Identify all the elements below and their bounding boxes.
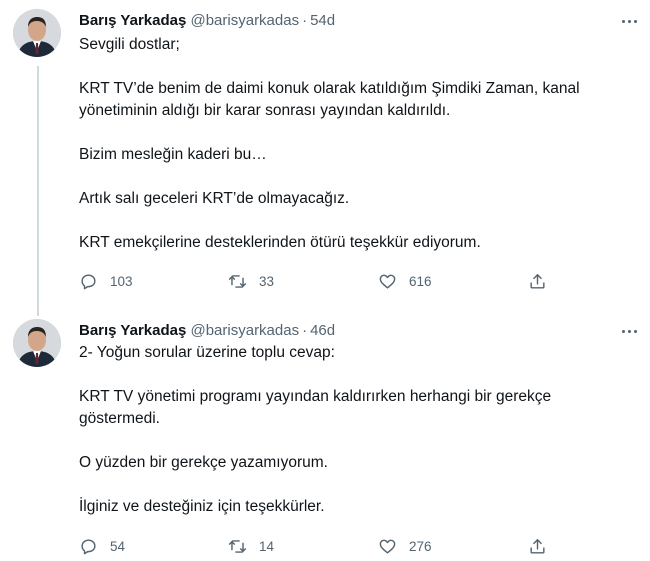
reply-button[interactable]: 103 bbox=[79, 269, 133, 293]
like-button[interactable]: 616 bbox=[378, 269, 432, 293]
like-count: 276 bbox=[409, 538, 432, 554]
profile-photo bbox=[13, 319, 61, 367]
retweet-icon bbox=[228, 539, 247, 553]
reply-count: 54 bbox=[110, 538, 126, 554]
author-name[interactable]: Barış Yarkadaş bbox=[79, 322, 186, 339]
share-icon bbox=[530, 538, 545, 554]
tweet-actions: 103 33 616 bbox=[75, 269, 545, 293]
tweet-timestamp[interactable]: 54d bbox=[310, 12, 335, 29]
like-button[interactable]: 276 bbox=[378, 534, 432, 558]
tweet-paragraph: KRT TV yönetimi programı yayından kaldır… bbox=[79, 388, 552, 427]
retweet-button[interactable]: 14 bbox=[228, 534, 274, 558]
reply-icon bbox=[81, 538, 96, 554]
avatar[interactable] bbox=[13, 319, 61, 367]
tweet-paragraph: Bizim mesleğin kaderi bu… bbox=[79, 146, 267, 163]
tweet-paragraph: KRT emekçilerine desteklerinden ötürü te… bbox=[79, 234, 481, 251]
tweet-paragraph: Sevgili dostlar; bbox=[79, 36, 180, 53]
retweet-count: 14 bbox=[259, 538, 275, 554]
like-count: 616 bbox=[409, 273, 432, 289]
avatar[interactable] bbox=[13, 9, 61, 57]
tweet-paragraph: KRT TV’de benim de daimi konuk olarak ka… bbox=[79, 80, 580, 119]
share-button[interactable] bbox=[528, 269, 547, 293]
reply-button[interactable]: 54 bbox=[79, 534, 125, 558]
tweet-header: Barış Yarkadaş @barisyarkadas · 46d bbox=[79, 321, 335, 341]
tweet[interactable]: Barış Yarkadaş @barisyarkadas · 46d 2- Yoğ… bbox=[0, 310, 650, 561]
reply-icon bbox=[81, 273, 96, 289]
tweet-actions: 54 14 276 bbox=[75, 534, 545, 558]
heart-icon bbox=[379, 274, 396, 289]
tweet-paragraph: 2- Yoğun sorular üzerine toplu cevap: bbox=[79, 344, 335, 361]
tweet-paragraph: Artık salı geceleri KRT’de olmayacağız. bbox=[79, 190, 350, 207]
more-options-icon[interactable] bbox=[618, 320, 640, 342]
tweet-timestamp[interactable]: 46d bbox=[310, 322, 335, 339]
tweet-paragraph: O yüzden bir gerekçe yazamıyorum. bbox=[79, 454, 328, 471]
tweet-text: 2- Yoğun sorular üzerine toplu cevap: KR… bbox=[79, 342, 634, 518]
retweet-count: 33 bbox=[259, 273, 275, 289]
share-button[interactable] bbox=[528, 534, 547, 558]
author-handle[interactable]: @barisyarkadas bbox=[190, 322, 299, 339]
reply-count: 103 bbox=[110, 273, 133, 289]
author-handle[interactable]: @barisyarkadas bbox=[190, 12, 299, 29]
tweet-paragraph: İlginiz ve desteğiniz için teşekkürler. bbox=[79, 498, 325, 515]
more-options-icon[interactable] bbox=[618, 10, 640, 32]
retweet-icon bbox=[228, 274, 247, 288]
heart-icon bbox=[379, 539, 396, 554]
retweet-button[interactable]: 33 bbox=[228, 269, 274, 293]
share-icon bbox=[530, 273, 545, 289]
author-name[interactable]: Barış Yarkadaş bbox=[79, 12, 186, 29]
tweet-thread: Barış Yarkadaş @barisyarkadas · 54d Sevgil… bbox=[0, 0, 650, 561]
header-separator: · bbox=[302, 322, 308, 339]
tweet-text: Sevgili dostlar; KRT TV’de benim de daim… bbox=[79, 34, 634, 254]
profile-photo bbox=[13, 9, 61, 57]
tweet[interactable]: Barış Yarkadaş @barisyarkadas · 54d Sevgil… bbox=[0, 0, 650, 310]
header-separator: · bbox=[302, 12, 308, 29]
tweet-header: Barış Yarkadaş @barisyarkadas · 54d bbox=[79, 11, 335, 31]
